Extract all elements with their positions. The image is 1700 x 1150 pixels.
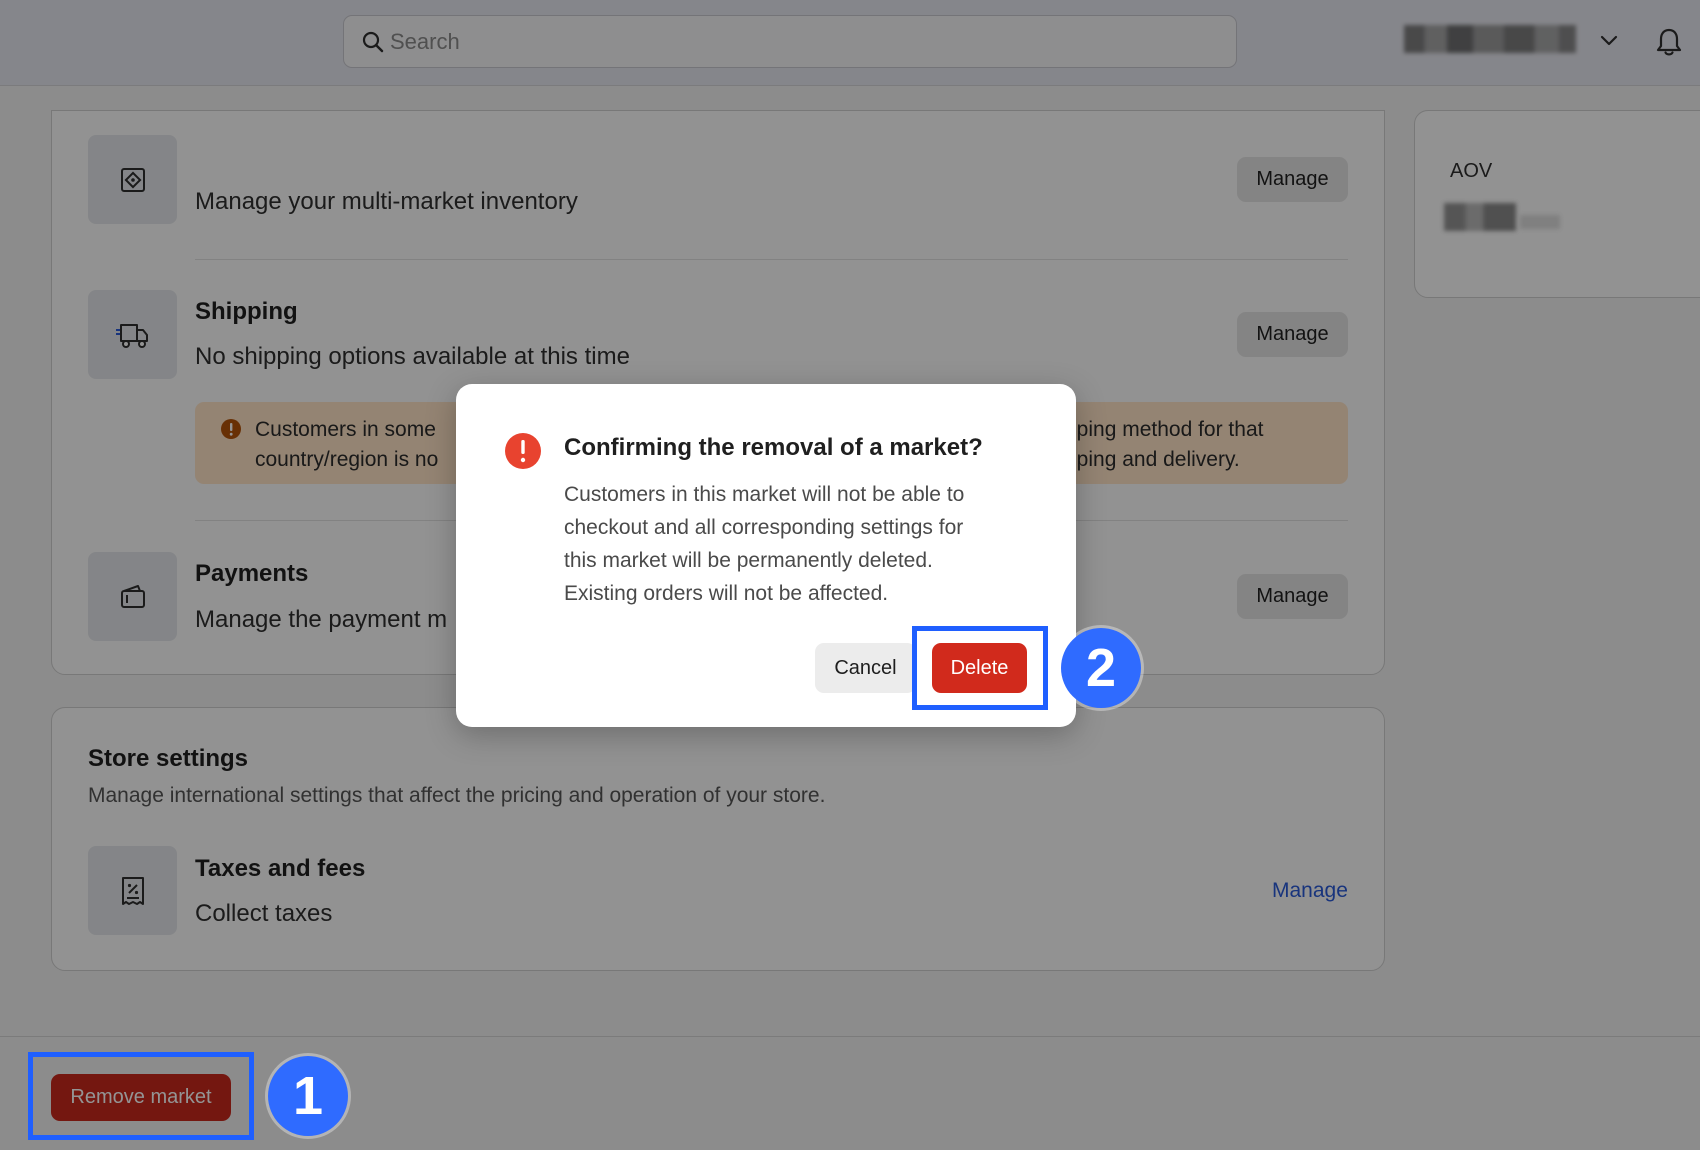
step-1-highlight (28, 1052, 254, 1140)
step-2-highlight (912, 626, 1048, 710)
dialog-body-line: checkout and all corresponding settings … (564, 516, 964, 539)
dialog-body: Customers in this market will not be abl… (564, 478, 1034, 610)
dialog-body-line: this market will be permanently deleted. (564, 549, 933, 572)
cancel-button[interactable]: Cancel (815, 643, 916, 693)
step-2-badge: 2 (1061, 628, 1141, 708)
step-1-badge: 1 (268, 1056, 348, 1136)
dialog-body-line: Existing orders will not be affected. (564, 582, 889, 605)
dialog-body-line: Customers in this market will not be abl… (564, 483, 965, 506)
alert-circle-icon (505, 433, 541, 469)
dialog-title: Confirming the removal of a market? (564, 434, 983, 461)
